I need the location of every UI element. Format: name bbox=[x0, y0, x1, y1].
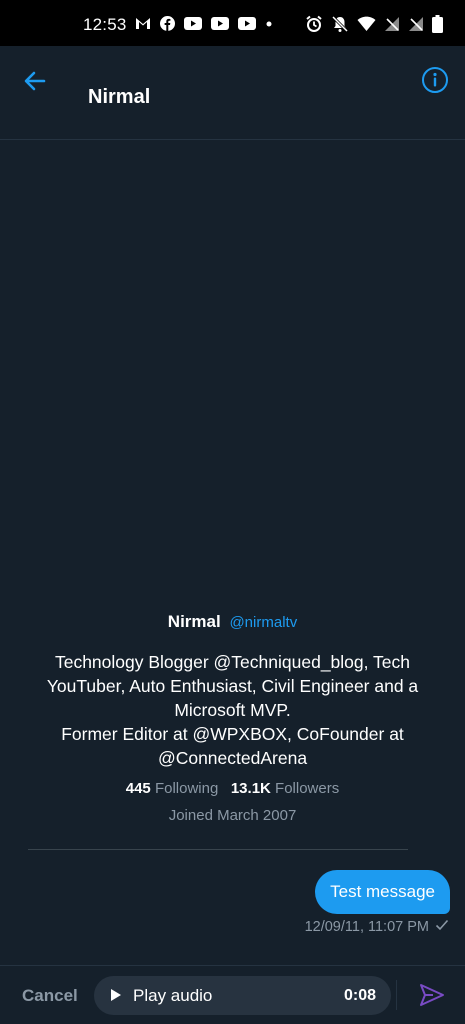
wifi-icon bbox=[357, 16, 376, 32]
bio-line: Former Editor at @WPXBOX, CoFounder at @… bbox=[61, 724, 404, 768]
checkmark-icon bbox=[435, 919, 449, 935]
followers-count: 13.1K bbox=[230, 780, 271, 797]
message-bubble[interactable]: Test message bbox=[315, 870, 450, 914]
dot-icon bbox=[265, 20, 273, 28]
bio-line: Technology Blogger @Techniqued_blog, Tec… bbox=[46, 652, 419, 720]
status-time: 12:53 bbox=[83, 15, 127, 34]
followers-stat[interactable]: 13.1K Followers bbox=[231, 780, 339, 797]
message-timestamp: 12/09/11, 11:07 PM bbox=[304, 919, 429, 935]
signal-off-icon bbox=[384, 16, 400, 32]
profile-handle[interactable]: @nirmaltv bbox=[229, 614, 297, 631]
message-meta: 12/09/11, 11:07 PM bbox=[305, 919, 449, 935]
following-stat[interactable]: 445 Following bbox=[126, 780, 219, 797]
send-icon[interactable] bbox=[419, 982, 445, 1008]
notification-icons bbox=[135, 16, 273, 31]
profile-summary: Nirmal @nirmaltv Technology Blogger @Tec… bbox=[0, 612, 465, 824]
status-bar: 12:53 bbox=[0, 0, 465, 46]
following-count: 445 bbox=[125, 780, 151, 797]
info-icon[interactable] bbox=[421, 66, 449, 94]
composer-bar: Cancel Play audio 0:08 bbox=[0, 965, 465, 1024]
cancel-button[interactable]: Cancel bbox=[22, 986, 78, 1006]
divider bbox=[396, 980, 397, 1010]
conversation-header: Nirmal bbox=[0, 46, 465, 140]
signal-off-icon bbox=[408, 16, 424, 32]
divider bbox=[28, 849, 408, 850]
profile-name-row[interactable]: Nirmal @nirmaltv bbox=[0, 612, 465, 632]
play-icon[interactable] bbox=[110, 988, 122, 1007]
audio-duration: 0:08 bbox=[343, 987, 376, 1004]
audio-player[interactable]: Play audio 0:08 bbox=[94, 976, 391, 1015]
back-arrow-icon[interactable] bbox=[20, 66, 50, 96]
youtube-icon bbox=[184, 17, 202, 30]
youtube-icon bbox=[238, 17, 256, 30]
bell-off-icon bbox=[331, 15, 349, 33]
message-text: Test message bbox=[330, 882, 435, 901]
page-title[interactable]: Nirmal bbox=[88, 86, 150, 109]
followers-label: Followers bbox=[275, 780, 340, 797]
facebook-icon bbox=[160, 16, 175, 31]
youtube-icon bbox=[211, 17, 229, 30]
system-icons bbox=[305, 15, 443, 33]
follow-stats: 445 Following 13.1K Followers bbox=[0, 780, 465, 797]
gmail-icon bbox=[135, 17, 151, 30]
profile-bio: Technology Blogger @Techniqued_blog, Tec… bbox=[33, 650, 433, 770]
profile-name[interactable]: Nirmal bbox=[168, 612, 221, 631]
joined-date: Joined March 2007 bbox=[168, 807, 297, 824]
alarm-icon bbox=[305, 15, 323, 33]
play-audio-label: Play audio bbox=[133, 986, 213, 1005]
following-label: Following bbox=[154, 780, 219, 797]
battery-icon bbox=[432, 15, 443, 33]
